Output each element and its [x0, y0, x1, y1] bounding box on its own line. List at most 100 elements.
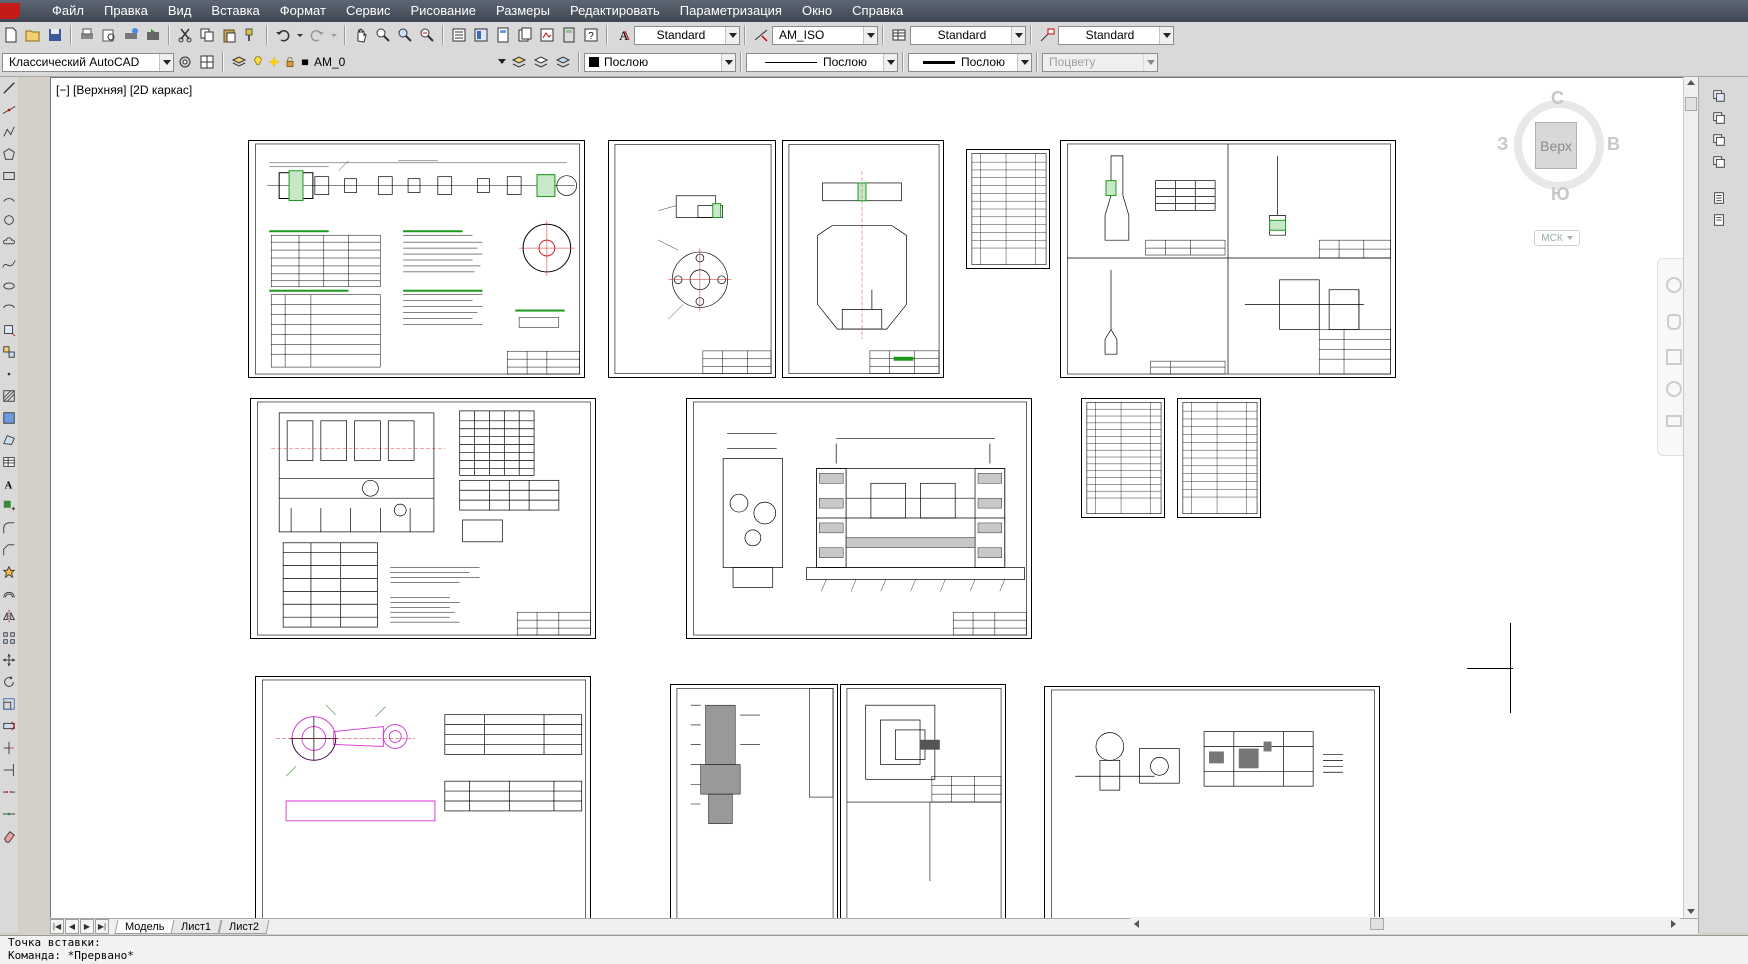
horizontal-scroll-thumb[interactable]	[1370, 918, 1384, 930]
layer-thaw-icon[interactable]	[267, 52, 281, 72]
spline-icon[interactable]	[0, 255, 18, 273]
menu-window[interactable]: Окно	[792, 0, 842, 22]
array-icon[interactable]	[0, 629, 18, 647]
chamfer-icon[interactable]	[0, 541, 18, 559]
drawing-sheet-spec-list-1[interactable]	[966, 149, 1050, 269]
offset-icon[interactable]	[0, 585, 18, 603]
trim-icon[interactable]	[0, 739, 18, 757]
menu-insert[interactable]: Вставка	[201, 0, 269, 22]
orbit-icon[interactable]	[1666, 381, 1682, 397]
help-icon[interactable]: ?	[581, 25, 601, 45]
layer-manager-icon[interactable]	[229, 52, 249, 72]
drawing-sheet-connecting-rod[interactable]	[255, 676, 591, 919]
mirror-icon[interactable]	[0, 607, 18, 625]
drawing-sheet-cylinder-block[interactable]	[250, 398, 596, 639]
undo-dropdown-icon[interactable]	[295, 25, 305, 45]
open-icon[interactable]	[23, 25, 43, 45]
next-tab-icon[interactable]: ▶	[80, 919, 94, 934]
linetype-select[interactable]: Послою	[746, 52, 898, 72]
ellipse-arc-icon[interactable]	[0, 299, 18, 317]
redo-dropdown-icon[interactable]	[329, 25, 339, 45]
workspace-select[interactable]: Классический AutoCAD	[2, 52, 174, 72]
dim-style-select[interactable]: AM_ISO	[772, 25, 878, 45]
redo-icon[interactable]	[307, 25, 327, 45]
multiline-text-icon[interactable]: A	[0, 475, 18, 493]
app-logo-icon[interactable]	[0, 3, 20, 19]
circle-icon[interactable]	[0, 211, 18, 229]
region-icon[interactable]	[0, 431, 18, 449]
copy-icon[interactable]	[197, 25, 217, 45]
layer-previous-icon[interactable]	[531, 52, 551, 72]
vertical-scroll-thumb[interactable]	[1685, 97, 1697, 111]
layer-select[interactable]: AM_0	[312, 53, 508, 72]
menu-edit[interactable]: Правка	[94, 0, 158, 22]
dimension-aligned-icon[interactable]	[1710, 211, 1728, 229]
compass-west-label[interactable]: З	[1497, 134, 1508, 155]
explode-icon[interactable]	[0, 563, 18, 581]
wcs-menu[interactable]: МСК	[1534, 230, 1580, 246]
preview-icon[interactable]	[99, 25, 119, 45]
drawing-sheet-fixture-assembly[interactable]	[686, 398, 1032, 639]
table-style-select[interactable]: Standard	[910, 25, 1026, 45]
compass-north-label[interactable]: С	[1551, 88, 1564, 109]
design-center-icon[interactable]	[471, 25, 491, 45]
make-block-icon[interactable]	[0, 343, 18, 361]
scale-icon[interactable]	[0, 695, 18, 713]
print-icon[interactable]	[77, 25, 97, 45]
text-style-select[interactable]: Standard	[634, 25, 740, 45]
tool-palettes-icon[interactable]	[493, 25, 513, 45]
prev-tab-icon[interactable]: ◀	[65, 919, 79, 934]
viewcube-top-face[interactable]: Верх	[1535, 122, 1577, 169]
multileader-style-icon[interactable]	[1037, 25, 1057, 45]
showmotion-icon[interactable]	[1666, 415, 1682, 427]
markup-icon[interactable]	[537, 25, 557, 45]
viewport-controls-label[interactable]: [−] [Верхняя] [2D каркас]	[56, 83, 192, 97]
menu-file[interactable]: Файл	[42, 0, 94, 22]
tab-sheet1[interactable]: Лист1	[170, 919, 223, 934]
workspace-settings-icon[interactable]	[175, 52, 195, 72]
tab-sheet2[interactable]: Лист2	[218, 919, 270, 934]
drawing-sheet-camshaft[interactable]	[248, 140, 585, 378]
menu-dimension[interactable]: Размеры	[486, 0, 560, 22]
command-line[interactable]: Точка вставки: Команда: *Прервано*	[0, 935, 1748, 964]
layer-states-icon[interactable]	[553, 52, 573, 72]
stretch-icon[interactable]	[0, 717, 18, 735]
color-select[interactable]: Послою	[584, 52, 736, 72]
compass-south-label[interactable]: Ю	[1551, 184, 1570, 205]
zoom-window-icon[interactable]	[395, 25, 415, 45]
viewport-clip-icon[interactable]	[1710, 109, 1728, 127]
polyline-icon[interactable]	[0, 123, 18, 141]
dim-style-icon[interactable]	[751, 25, 771, 45]
multileader-style-select[interactable]: Standard	[1058, 25, 1174, 45]
table-icon[interactable]	[0, 453, 18, 471]
save-icon[interactable]	[45, 25, 65, 45]
drawing-sheet-fuel-pump[interactable]	[670, 684, 838, 919]
move-icon[interactable]	[0, 651, 18, 669]
arc-icon[interactable]	[0, 189, 18, 207]
layout-icon[interactable]	[197, 52, 217, 72]
menu-tools[interactable]: Сервис	[336, 0, 401, 22]
drawing-sheet-bracket[interactable]	[782, 140, 944, 378]
revision-cloud-icon[interactable]	[0, 233, 18, 251]
new-icon[interactable]	[1, 25, 21, 45]
publish-icon[interactable]	[121, 25, 141, 45]
join-icon[interactable]	[0, 805, 18, 823]
add-selected-icon[interactable]	[0, 497, 18, 515]
menu-parametric[interactable]: Параметризация	[670, 0, 792, 22]
menu-draw[interactable]: Рисование	[400, 0, 485, 22]
properties-icon[interactable]	[449, 25, 469, 45]
zoom-realtime-icon[interactable]	[373, 25, 393, 45]
table-style-icon[interactable]	[889, 25, 909, 45]
cut-icon[interactable]	[175, 25, 195, 45]
hatch-icon[interactable]	[0, 387, 18, 405]
scroll-left-arrow-icon[interactable]	[1134, 920, 1139, 928]
rectangle-icon[interactable]	[0, 167, 18, 185]
rotate-icon[interactable]	[0, 673, 18, 691]
ellipse-icon[interactable]	[0, 277, 18, 295]
pan-icon[interactable]	[351, 25, 371, 45]
tab-model[interactable]: Модель	[114, 919, 175, 934]
match-properties-icon[interactable]	[241, 25, 261, 45]
drawing-sheet-spec-list-2[interactable]	[1081, 398, 1165, 518]
scroll-right-arrow-icon[interactable]	[1671, 920, 1676, 928]
gradient-icon[interactable]	[0, 409, 18, 427]
